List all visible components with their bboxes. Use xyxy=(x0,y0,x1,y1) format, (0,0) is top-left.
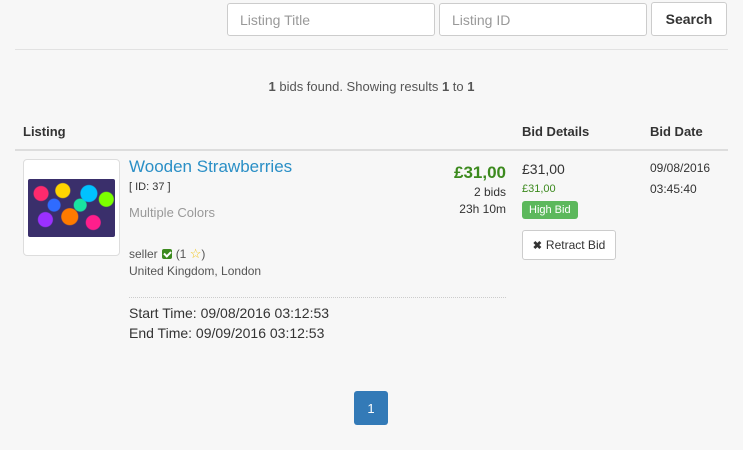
divider xyxy=(15,49,728,50)
listing-title-input[interactable] xyxy=(227,3,435,36)
column-header-listing: Listing xyxy=(23,124,66,139)
retract-bid-label: Retract Bid xyxy=(545,238,606,252)
bid-time: 03:45:40 xyxy=(650,182,697,196)
pagination-page-1[interactable]: 1 xyxy=(354,391,388,425)
seller-name[interactable]: seller xyxy=(129,247,158,261)
close-icon: ✖ xyxy=(532,239,542,252)
high-bid-badge: High Bid xyxy=(522,201,578,219)
results-summary: 1 bids found. Showing results 1 to 1 xyxy=(268,79,475,94)
column-header-bid-date: Bid Date xyxy=(650,124,703,139)
bid-date: 09/08/2016 xyxy=(650,161,711,175)
listing-subtitle: Multiple Colors xyxy=(129,205,215,220)
seller-info: seller (1 ☆) xyxy=(129,246,205,262)
bid-max-amount: £31,00 xyxy=(522,183,556,195)
listing-id-input[interactable] xyxy=(439,3,647,36)
seller-location: United Kingdom, London xyxy=(129,264,262,278)
end-time: End Time: 09/09/2016 03:12:53 xyxy=(129,325,325,341)
listing-price: £31,00 xyxy=(454,163,506,182)
listing-image xyxy=(28,179,115,237)
listing-thumbnail[interactable] xyxy=(23,159,120,256)
time-left: 23h 10m xyxy=(459,202,506,216)
dotted-divider xyxy=(129,297,506,298)
header-divider xyxy=(15,149,728,151)
verified-check-icon xyxy=(161,249,172,259)
column-header-bid-details: Bid Details xyxy=(522,124,590,139)
star-icon: ☆ xyxy=(189,246,202,261)
listing-id: [ ID: 37 ] xyxy=(129,181,171,193)
bid-count: 2 bids xyxy=(473,185,506,199)
start-time: Start Time: 09/08/2016 03:12:53 xyxy=(129,305,330,321)
bid-amount: £31,00 xyxy=(522,161,565,177)
listing-title-link[interactable]: Wooden Strawberries xyxy=(129,157,292,177)
feedback-score: (1 ☆) xyxy=(175,246,206,261)
search-button[interactable]: Search xyxy=(651,2,727,36)
retract-bid-button[interactable]: ✖ Retract Bid xyxy=(522,230,616,260)
